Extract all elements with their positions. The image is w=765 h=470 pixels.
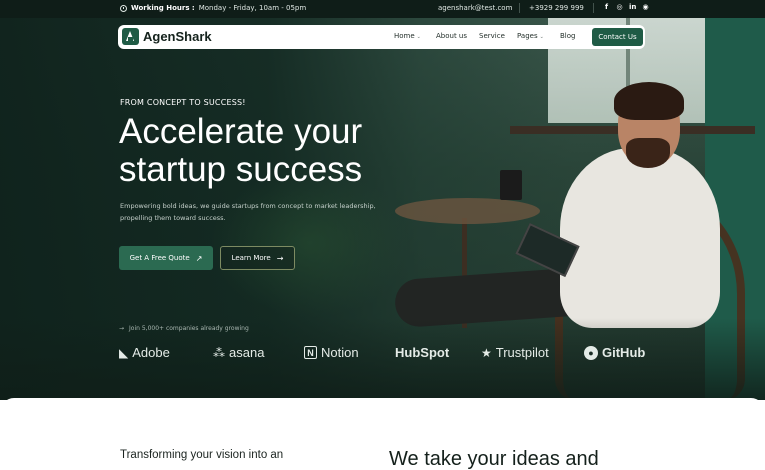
arrow-right-icon: → [276, 253, 284, 263]
instagram-icon[interactable]: ◎ [616, 3, 623, 11]
contact-phone[interactable]: +3929 299 999 [529, 4, 584, 12]
working-hours-label: Working Hours : [131, 4, 195, 12]
star-icon: ★ [481, 345, 492, 360]
facebook-icon[interactable]: f [603, 3, 610, 11]
arrow-right-icon: → [119, 325, 125, 332]
hero-photo-person [560, 148, 720, 328]
divider [519, 3, 520, 13]
brand-name: AgenShark [143, 29, 212, 44]
headline-line-2: startup success [119, 150, 363, 189]
learn-more-button[interactable]: Learn More → [220, 246, 295, 270]
get-quote-button[interactable]: Get A Free Quote ↗ [119, 246, 213, 270]
logo-icon [122, 28, 139, 45]
chevron-down-icon: ⌄ [416, 34, 421, 40]
nav-item-pages[interactable]: Pages ⌄ [517, 32, 544, 40]
partner-logo-notion: N Notion [304, 345, 359, 360]
partner-logo-trustpilot: ★ Trustpilot [481, 345, 549, 360]
nav-item-blog[interactable]: Blog [560, 32, 575, 40]
github-icon: ● [584, 345, 598, 360]
hero-headline: Accelerate your startup success [119, 113, 459, 189]
brand-logo[interactable]: AgenShark [122, 28, 212, 45]
hero-photo-cup [500, 170, 522, 200]
nav-item-service[interactable]: Service [479, 32, 505, 40]
arrow-up-right-icon: ↗ [195, 253, 203, 263]
notion-icon: N [304, 346, 317, 359]
partner-logo-asana: ⁂ asana [213, 345, 265, 360]
adobe-icon: ◣ [119, 345, 129, 360]
hero-photo-plant [210, 168, 410, 318]
contact-email[interactable]: agenshark@test.com [438, 4, 512, 12]
section-left-heading: Transforming your vision into an [120, 449, 284, 461]
dribbble-icon[interactable]: ◉ [642, 3, 649, 11]
linkedin-icon[interactable]: in [629, 3, 636, 11]
learn-more-label: Learn More [231, 254, 271, 262]
section-right-heading: We take your ideas and [389, 448, 599, 470]
get-quote-label: Get A Free Quote [129, 254, 190, 262]
hero-photo-beard [626, 138, 670, 168]
hero-subtext: Empowering bold ideas, we guide startups… [120, 200, 420, 224]
chevron-down-icon: ⌄ [539, 34, 544, 40]
social-proof: → Join 5,000+ companies already growing [119, 325, 249, 332]
nav-item-about[interactable]: About us [436, 32, 467, 40]
subtext-line-2: propelling them toward success. [120, 214, 226, 222]
social-links: f ◎ in ◉ [603, 3, 649, 11]
partner-logo-github: ● GitHub [584, 345, 645, 360]
partner-logo-adobe: ◣ Adobe [119, 345, 170, 360]
hero-photo-shadow [0, 318, 765, 400]
hero-kicker: FROM CONCEPT TO SUCCESS! [120, 98, 246, 107]
contact-us-button[interactable]: Contact Us [592, 28, 643, 46]
hero-photo-hair [614, 82, 684, 120]
next-section [0, 398, 765, 470]
main-navbar: AgenShark Home ⌄ About us Service Pages ⌄ … [118, 25, 645, 49]
subtext-line-1: Empowering bold ideas, we guide startups… [120, 202, 376, 210]
headline-line-1: Accelerate your [119, 112, 363, 151]
top-info-bar: Working Hours : Monday - Friday, 10am - … [0, 0, 765, 18]
partner-logo-hubspot: HubSpot [395, 345, 450, 360]
social-proof-text: Join 5,000+ companies already growing [129, 325, 249, 332]
asana-icon: ⁂ [213, 345, 225, 360]
divider [593, 3, 594, 13]
working-hours-value: Monday - Friday, 10am - 05pm [198, 4, 307, 12]
clock-icon [120, 4, 127, 12]
nav-item-home[interactable]: Home ⌄ [394, 32, 421, 40]
working-hours: Working Hours : Monday - Friday, 10am - … [120, 4, 306, 12]
